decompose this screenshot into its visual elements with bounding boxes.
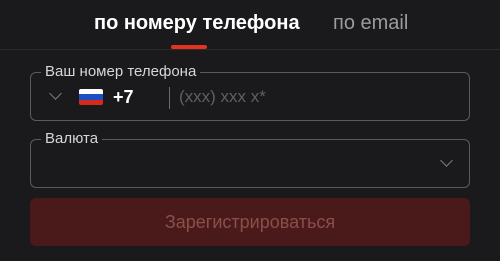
chevron-down-icon[interactable] <box>440 154 453 167</box>
tab-phone[interactable]: по номеру телефона <box>94 9 300 37</box>
ru-flag-icon[interactable] <box>79 89 103 105</box>
register-button[interactable]: Зарегистрироваться <box>30 198 470 246</box>
registration-form: по номеру телефона по email Ваш номер те… <box>0 0 500 261</box>
phone-field-separator <box>169 87 170 109</box>
phone-field-legend: Ваш номер телефона <box>41 62 201 82</box>
phone-number-input[interactable] <box>179 83 459 111</box>
currency-field-legend: Валюта <box>41 129 103 149</box>
tabs-divider <box>0 49 500 50</box>
registration-tabs: по номеру телефона по email <box>0 0 500 50</box>
tab-email[interactable]: по email <box>333 9 408 37</box>
country-code[interactable]: +7 <box>113 86 134 108</box>
country-select-chevron-down-icon[interactable] <box>49 87 62 100</box>
currency-select[interactable]: Валюта <box>30 129 470 188</box>
phone-field: Ваш номер телефона +7 <box>30 62 470 121</box>
